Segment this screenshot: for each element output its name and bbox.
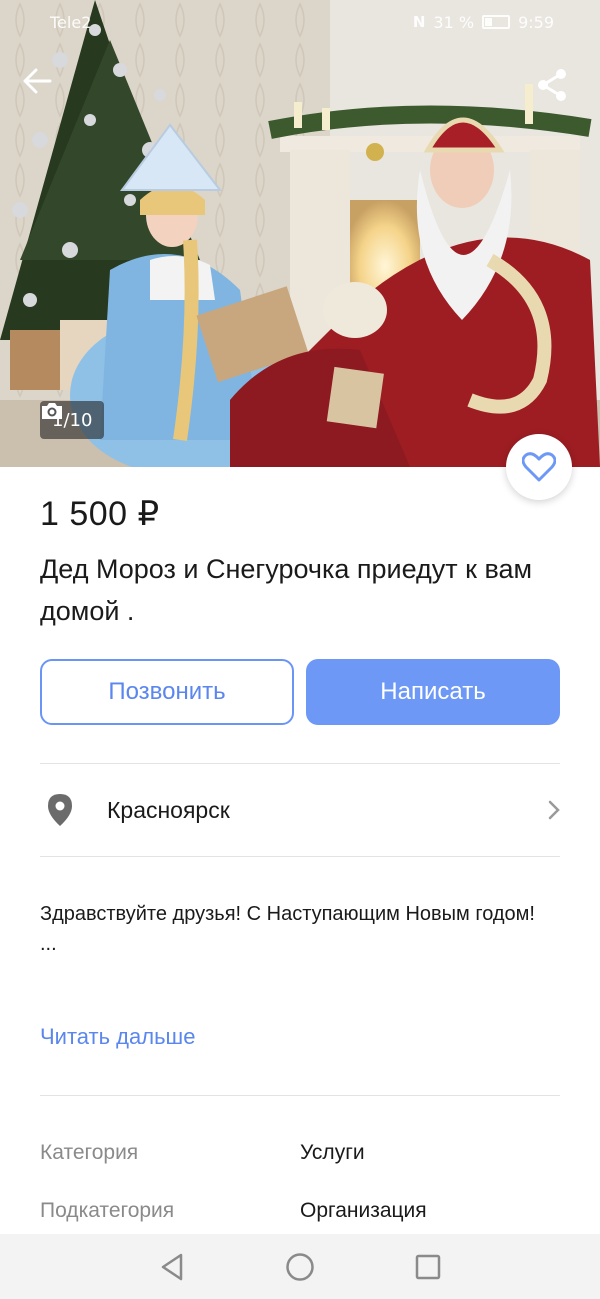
system-nav-bar: [0, 1234, 600, 1299]
nav-recents-button[interactable]: [364, 1234, 492, 1299]
battery-icon: [482, 15, 511, 29]
param-value: Организация: [300, 1199, 427, 1222]
battery-percent: 31 %: [433, 12, 475, 32]
heart-icon: [522, 452, 556, 482]
square-recents-icon: [415, 1254, 441, 1279]
nav-back-button[interactable]: [108, 1234, 236, 1299]
listing-price: 1 500 ₽: [40, 495, 160, 533]
param-value: Услуги: [300, 1141, 365, 1164]
param-key: Подкатегория: [40, 1199, 175, 1222]
location-city: Красноярск: [107, 796, 230, 823]
photo-counter[interactable]: 1/10: [40, 401, 105, 439]
nav-home-button[interactable]: [236, 1234, 364, 1299]
listing-photo[interactable]: Tele2 N 31 % 9:59 1/10: [0, 0, 600, 467]
divider: [40, 1095, 560, 1096]
nfc-icon: N: [412, 13, 426, 31]
chevron-container: [540, 800, 560, 820]
param-key: Категория: [40, 1141, 139, 1164]
photo-illustration: [0, 0, 600, 467]
back-button[interactable]: [22, 68, 70, 116]
map-pin-icon: [48, 794, 72, 826]
camera-icon: [42, 403, 62, 419]
map-pin-container: [40, 793, 80, 827]
description-text: Здравствуйте друзья! С Наступающим Новым…: [40, 903, 535, 925]
location-row[interactable]: Красноярск: [40, 764, 560, 856]
listing-screen: Tele2 N 31 % 9:59 1/10 1 500 ₽ Дед Мороз…: [0, 0, 600, 1299]
param-row-category: Категория Услуги: [40, 1141, 560, 1165]
share-button[interactable]: [536, 68, 584, 116]
description: Здравствуйте друзья! С Наступающим Новым…: [40, 898, 560, 957]
read-more-link[interactable]: Читать дальше: [40, 1024, 195, 1050]
listing-title: Дед Мороз и Снегурочка приедут к вам дом…: [40, 554, 533, 626]
share-icon: [538, 69, 566, 101]
divider: [40, 856, 560, 857]
triangle-back-icon: [161, 1253, 183, 1280]
status-right: N 31 % 9:59: [413, 13, 554, 32]
circle-home-icon: [286, 1252, 314, 1281]
description-ellipsis: ...: [40, 933, 57, 955]
carrier-label: Tele2: [50, 12, 92, 32]
call-button[interactable]: Позвонить: [40, 659, 294, 725]
status-bar: Tele2 N 31 % 9:59: [0, 0, 600, 44]
write-button[interactable]: Написать: [306, 659, 560, 725]
param-row-subcategory: Подкатегория Организация: [40, 1199, 560, 1223]
clock: 9:59: [518, 12, 554, 32]
favorite-button[interactable]: [506, 434, 572, 500]
arrow-left-icon: [23, 68, 52, 94]
chevron-right-icon: [548, 800, 560, 820]
